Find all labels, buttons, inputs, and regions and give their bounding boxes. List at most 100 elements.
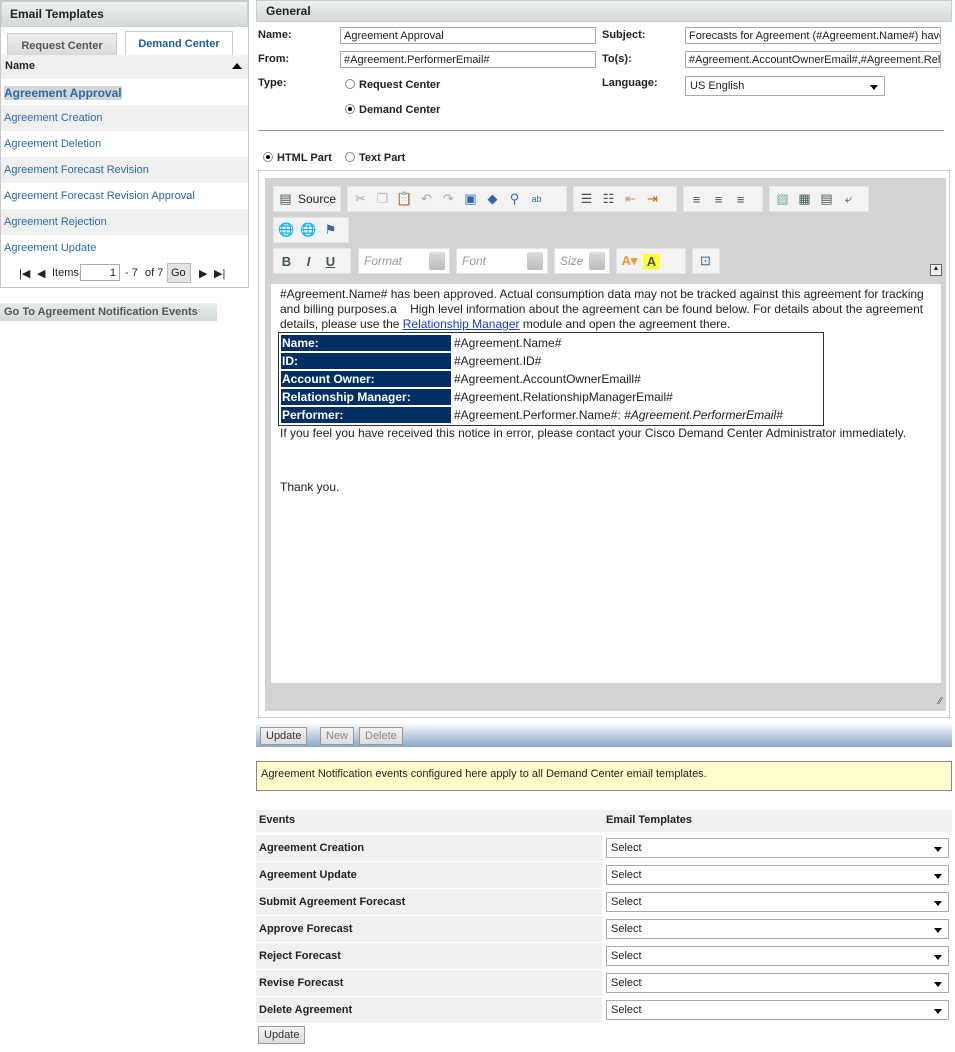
go-button[interactable]: Go — [167, 263, 191, 283]
name-input[interactable]: Agreement Approval — [340, 27, 596, 44]
name-column-header[interactable]: Name — [1, 55, 248, 79]
list-item[interactable]: Agreement Deletion — [1, 131, 248, 157]
text-part-radio[interactable]: Text Part — [345, 152, 405, 164]
radio-icon — [345, 79, 355, 89]
subject-input[interactable]: Forecasts for Agreement (#Agreement.Name… — [685, 27, 941, 44]
link-icon[interactable]: 🌐 — [278, 222, 295, 238]
type-request-center-radio[interactable]: Request Center — [345, 79, 440, 91]
select-value: US English — [690, 80, 745, 92]
format-dropdown[interactable]: Format — [358, 248, 450, 274]
source-label: Source — [297, 192, 336, 206]
list-item[interactable]: Agreement Approval — [1, 79, 248, 105]
bold-button[interactable]: B — [278, 254, 295, 269]
numbered-list-icon[interactable]: ☰ — [578, 191, 595, 207]
maximize-icon[interactable]: ⊡ — [697, 253, 714, 269]
events-update-button[interactable]: Update — [258, 1026, 306, 1044]
source-button[interactable]: ▤ Source — [273, 186, 341, 212]
select-all-icon[interactable]: ▣ — [462, 191, 479, 207]
align-center-icon[interactable]: ≡ — [710, 192, 727, 207]
dropdown-arrow-icon — [429, 252, 445, 270]
event-name: Delete Agreement — [256, 997, 602, 1023]
first-page-icon[interactable]: |◀ — [19, 267, 30, 280]
redo-icon[interactable]: ↷ — [440, 191, 457, 207]
indent-icon[interactable]: ⇥ — [644, 191, 661, 207]
event-name: Revise Forecast — [256, 970, 602, 996]
replace-icon[interactable]: ab — [528, 194, 545, 204]
size-dropdown[interactable]: Size — [554, 248, 610, 274]
combo-label: Size — [560, 254, 584, 268]
html-part-radio[interactable]: HTML Part — [263, 152, 332, 164]
radio-label: HTML Part — [277, 152, 332, 164]
email-template-select[interactable]: Select — [606, 946, 949, 966]
list-item[interactable]: Agreement Update — [1, 235, 248, 261]
info-value: #Agreement.AccountOwnerEmaill# — [454, 372, 641, 386]
delete-button[interactable]: Delete — [359, 727, 403, 745]
editor-content[interactable]: #Agreement.Name# has been approved. Actu… — [271, 284, 941, 683]
info-value: #Agreement.RelationshipManagerEmail# — [454, 390, 673, 404]
list-item[interactable]: Agreement Forecast Revision — [1, 157, 248, 183]
to-input[interactable]: #Agreement.AccountOwnerEmail#,#Agreement… — [685, 51, 941, 68]
last-page-icon[interactable]: ▶| — [214, 267, 225, 280]
text-color-icon[interactable]: A▾ — [621, 253, 638, 269]
resize-handle-icon[interactable]: ⁄⁄ — [939, 696, 942, 707]
page-break-icon[interactable]: ⤶ — [840, 191, 857, 207]
email-template-select[interactable]: Select — [606, 838, 949, 858]
dropdown-arrow-icon — [934, 847, 942, 852]
align-right-icon[interactable]: ≡ — [732, 192, 749, 207]
email-template-select[interactable]: Select — [606, 1000, 949, 1020]
email-template-select[interactable]: Select — [606, 919, 949, 939]
eraser-icon[interactable]: ◆ — [484, 191, 501, 207]
list-item[interactable]: Agreement Forecast Revision Approval — [1, 183, 248, 209]
undo-icon[interactable]: ↶ — [418, 191, 435, 207]
email-templates-panel: Email Templates Request Center Demand Ce… — [0, 0, 249, 288]
table-icon[interactable]: ▦ — [796, 191, 813, 207]
select-value: Select — [611, 896, 642, 908]
select-value: Select — [611, 842, 642, 854]
select-value: Select — [611, 869, 642, 881]
italic-button[interactable]: I — [300, 254, 317, 269]
underline-button[interactable]: U — [322, 254, 339, 269]
horizontal-rule-icon[interactable]: ▤ — [818, 191, 835, 207]
font-dropdown[interactable]: Font — [456, 248, 548, 274]
email-template-select[interactable]: Select — [606, 865, 949, 885]
tab-demand-center[interactable]: Demand Center — [125, 31, 233, 55]
dropdown-arrow-icon — [934, 928, 942, 933]
dropdown-arrow-icon — [589, 252, 605, 270]
event-row: Agreement Update Select — [256, 861, 952, 888]
next-page-icon[interactable]: ▶ — [199, 267, 207, 280]
relationship-manager-link[interactable]: Relationship Manager — [403, 317, 520, 331]
new-button[interactable]: New — [320, 727, 355, 745]
align-left-icon[interactable]: ≡ — [688, 192, 705, 207]
sort-asc-icon[interactable] — [232, 63, 242, 69]
select-value: Select — [611, 923, 642, 935]
email-template-select[interactable]: Select — [606, 973, 949, 993]
page-input[interactable]: 1 — [80, 264, 120, 281]
anchor-flag-icon[interactable]: ⚑ — [322, 222, 339, 238]
items-label: Items — [52, 267, 79, 279]
go-to-notification-events-button[interactable]: Go To Agreement Notification Events — [0, 303, 217, 321]
from-input[interactable]: #Agreement.PerformerEmail# — [340, 51, 596, 68]
copy-icon[interactable]: ❐ — [374, 191, 391, 207]
type-demand-center-radio[interactable]: Demand Center — [345, 104, 440, 116]
prev-page-icon[interactable]: ◀ — [37, 267, 45, 280]
outdent-icon[interactable]: ⇤ — [622, 191, 639, 207]
email-template-select[interactable]: Select — [606, 892, 949, 912]
info-value: #Agreement.Performer.Name#: #Agreement.P… — [453, 407, 821, 423]
update-button[interactable]: Update — [260, 727, 308, 745]
paste-icon[interactable]: 📋 — [396, 191, 413, 207]
unlink-icon[interactable]: 🌐 — [300, 222, 317, 238]
event-name: Agreement Creation — [256, 835, 602, 861]
event-row: Agreement Creation Select — [256, 834, 952, 861]
collapse-toolbar-icon[interactable]: ▲ — [930, 264, 942, 276]
list-item[interactable]: Agreement Rejection — [1, 209, 248, 235]
bulleted-list-icon[interactable]: ☷ — [600, 191, 617, 207]
background-color-icon[interactable]: A — [643, 253, 660, 269]
cut-icon[interactable]: ✂ — [352, 191, 369, 207]
language-select[interactable]: US English — [685, 76, 885, 96]
find-icon[interactable]: ⚲ — [506, 191, 523, 207]
tab-request-center[interactable]: Request Center — [7, 33, 117, 57]
image-icon[interactable]: ▨ — [774, 191, 791, 207]
radio-checked-icon — [263, 152, 273, 162]
body-text: Thank you. — [280, 480, 340, 494]
list-item[interactable]: Agreement Creation — [1, 105, 248, 131]
